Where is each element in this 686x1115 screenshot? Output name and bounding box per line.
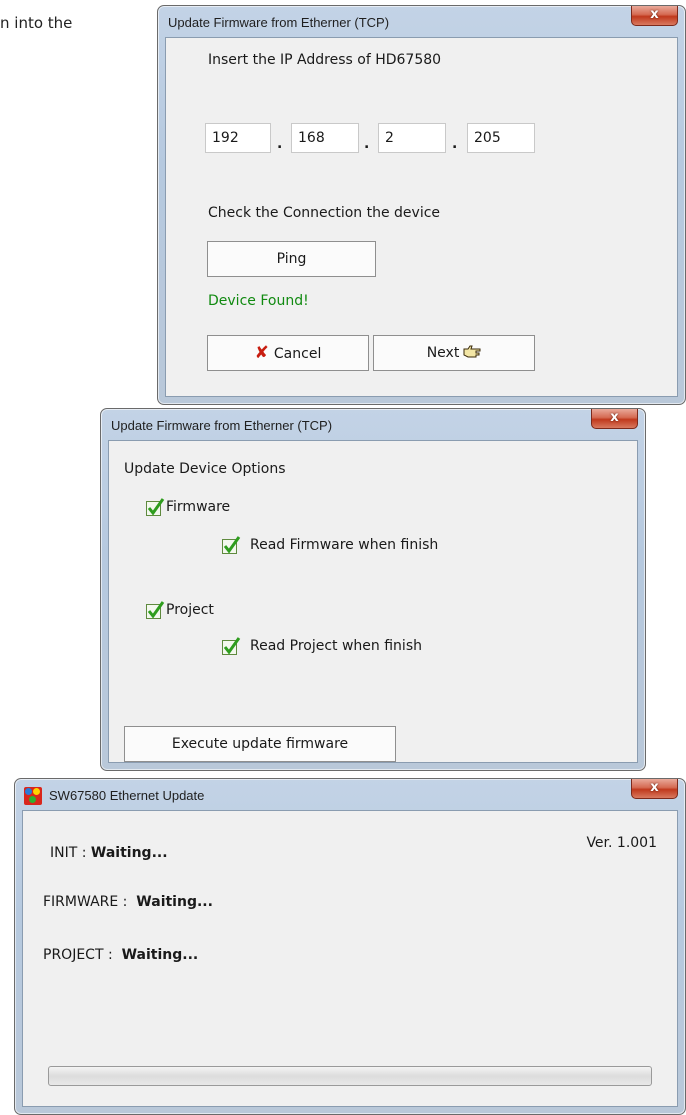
init-status-row: INIT : Waiting... xyxy=(50,845,168,861)
firmware-checkbox-label: Firmware xyxy=(166,499,231,515)
ethernet-update-body: Ver. 1.001 INIT : Waiting... FIRMWARE : … xyxy=(22,810,678,1107)
ip-prompt-label: Insert the IP Address of HD67580 xyxy=(208,52,442,68)
read-firmware-checkbox-label: Read Firmware when finish xyxy=(250,537,439,553)
window-title: Update Firmware from Etherner (TCP) xyxy=(111,418,333,433)
window-title: SW67580 Ethernet Update xyxy=(49,788,205,803)
version-label: Ver. 1.001 xyxy=(586,835,657,851)
next-label: Next xyxy=(426,345,460,361)
project-status-value: Waiting... xyxy=(121,947,199,963)
close-button[interactable]: x xyxy=(631,779,678,799)
window-title: Update Firmware from Etherner (TCP) xyxy=(168,15,390,30)
init-label: INIT : xyxy=(50,845,87,861)
ethernet-update-window: SW67580 Ethernet Update x Ver. 1.001 INI… xyxy=(14,778,686,1115)
cancel-button[interactable]: ✘ Cancel xyxy=(207,335,369,371)
project-checkbox-label: Project xyxy=(166,602,214,618)
close-button[interactable]: x xyxy=(591,409,638,429)
checkbox-checked-icon[interactable] xyxy=(222,536,241,554)
checkbox-checked-icon[interactable] xyxy=(146,498,165,516)
checkbox-checked-icon[interactable] xyxy=(222,637,241,655)
document-text-fragment: n into the xyxy=(0,14,73,32)
device-status-text: Device Found! xyxy=(208,293,309,309)
update-progress-bar xyxy=(48,1066,652,1086)
options-dialog-window: Update Firmware from Etherner (TCP) x Up… xyxy=(100,408,646,771)
execute-update-button[interactable]: Execute update firmware xyxy=(124,726,396,762)
ip-separator: . xyxy=(277,136,283,152)
init-status-value: Waiting... xyxy=(90,845,168,861)
read-project-checkbox-label: Read Project when finish xyxy=(250,638,422,654)
ip-separator: . xyxy=(452,136,458,152)
firmware-status-row: FIRMWARE : Waiting... xyxy=(43,894,213,910)
options-dialog-body: Update Device Options Firmware Read Firm… xyxy=(108,440,638,763)
options-dialog-titlebar[interactable]: Update Firmware from Etherner (TCP) x xyxy=(101,409,645,440)
ip-octet-4-field[interactable]: 205 xyxy=(467,123,535,153)
ethernet-update-titlebar[interactable]: SW67580 Ethernet Update x xyxy=(15,779,685,810)
firmware-label: FIRMWARE : xyxy=(43,894,128,910)
close-button[interactable]: x xyxy=(631,6,678,26)
next-button[interactable]: Next xyxy=(373,335,535,371)
ip-octet-1-field[interactable]: 192 xyxy=(205,123,271,153)
ip-dialog-window: Update Firmware from Etherner (TCP) x In… xyxy=(157,5,686,405)
checkbox-checked-icon[interactable] xyxy=(146,601,165,619)
ip-separator: . xyxy=(364,136,370,152)
project-label: PROJECT : xyxy=(43,947,113,963)
cancel-label: Cancel xyxy=(273,346,322,362)
update-options-heading: Update Device Options xyxy=(124,461,286,477)
red-x-icon: ✘ xyxy=(254,343,269,363)
firmware-status-value: Waiting... xyxy=(136,894,213,910)
project-status-row: PROJECT : Waiting... xyxy=(43,947,198,963)
check-connection-label: Check the Connection the device xyxy=(208,205,441,221)
app-icon xyxy=(24,787,42,805)
ping-button[interactable]: Ping xyxy=(207,241,376,277)
ip-octet-3-field[interactable]: 2 xyxy=(378,123,446,153)
ip-dialog-body: Insert the IP Address of HD67580 192 . 1… xyxy=(165,37,678,397)
pointing-hand-icon xyxy=(463,338,481,372)
ip-dialog-titlebar[interactable]: Update Firmware from Etherner (TCP) x xyxy=(158,6,685,37)
ip-octet-2-field[interactable]: 168 xyxy=(291,123,359,153)
